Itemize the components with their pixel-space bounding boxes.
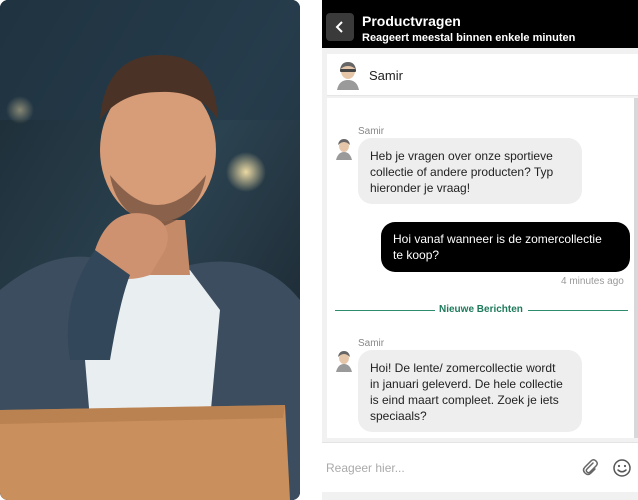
message-line: speciaals?	[370, 409, 427, 423]
message-line: Hoi vanaf wanneer is de zomercollectie	[393, 232, 602, 246]
agent-bar: Samir	[327, 54, 638, 96]
message-line: in januari geleverd. De hele collectie	[370, 377, 563, 391]
divider-line	[528, 310, 628, 311]
message-list[interactable]: Samir Heb je vragen over onze sportieve …	[327, 98, 638, 438]
sender-label: Samir	[358, 338, 385, 349]
sender-label: Samir	[358, 126, 385, 137]
agent-name: Samir	[369, 68, 403, 83]
message-line: te koop?	[393, 248, 440, 262]
hero-photo	[0, 0, 300, 500]
composer	[322, 442, 638, 492]
page: Productvragen Reageert meestal binnen en…	[0, 0, 638, 500]
chat-widget: Productvragen Reageert meestal binnen en…	[322, 0, 638, 500]
incoming-message: Heb je vragen over onze sportieve collec…	[358, 138, 582, 204]
message-scrollbar[interactable]	[634, 98, 638, 438]
agent-avatar-icon	[336, 351, 352, 372]
message-timestamp: 4 minutes ago	[561, 276, 624, 287]
incoming-message: Hoi! De lente/ zomercollectie wordt in j…	[358, 350, 582, 432]
agent-avatar-icon	[337, 62, 359, 90]
message-line: hieronder je vraag!	[370, 181, 471, 195]
message-line: Heb je vragen over onze sportieve	[370, 149, 553, 163]
chevron-left-icon	[335, 21, 343, 33]
message-line: collectie of andere producten? Typ	[370, 165, 554, 179]
outgoing-message: Hoi vanaf wanneer is de zomercollectie t…	[381, 222, 630, 272]
divider-line	[335, 310, 435, 311]
new-messages-divider: Nieuwe Berichten	[439, 304, 523, 315]
agent-avatar-icon	[336, 139, 352, 160]
chat-subtitle: Reageert meestal binnen enkele minuten	[362, 32, 576, 44]
back-button[interactable]	[326, 13, 354, 41]
chat-title: Productvragen	[362, 13, 461, 29]
chat-header: Productvragen Reageert meestal binnen en…	[322, 0, 638, 48]
message-line: is eind maart compleet. Zoek je iets	[370, 393, 559, 407]
reply-input[interactable]	[326, 457, 566, 479]
paperclip-icon[interactable]	[580, 458, 600, 478]
smiley-icon[interactable]	[612, 458, 632, 478]
message-line: Hoi! De lente/ zomercollectie wordt	[370, 361, 556, 375]
